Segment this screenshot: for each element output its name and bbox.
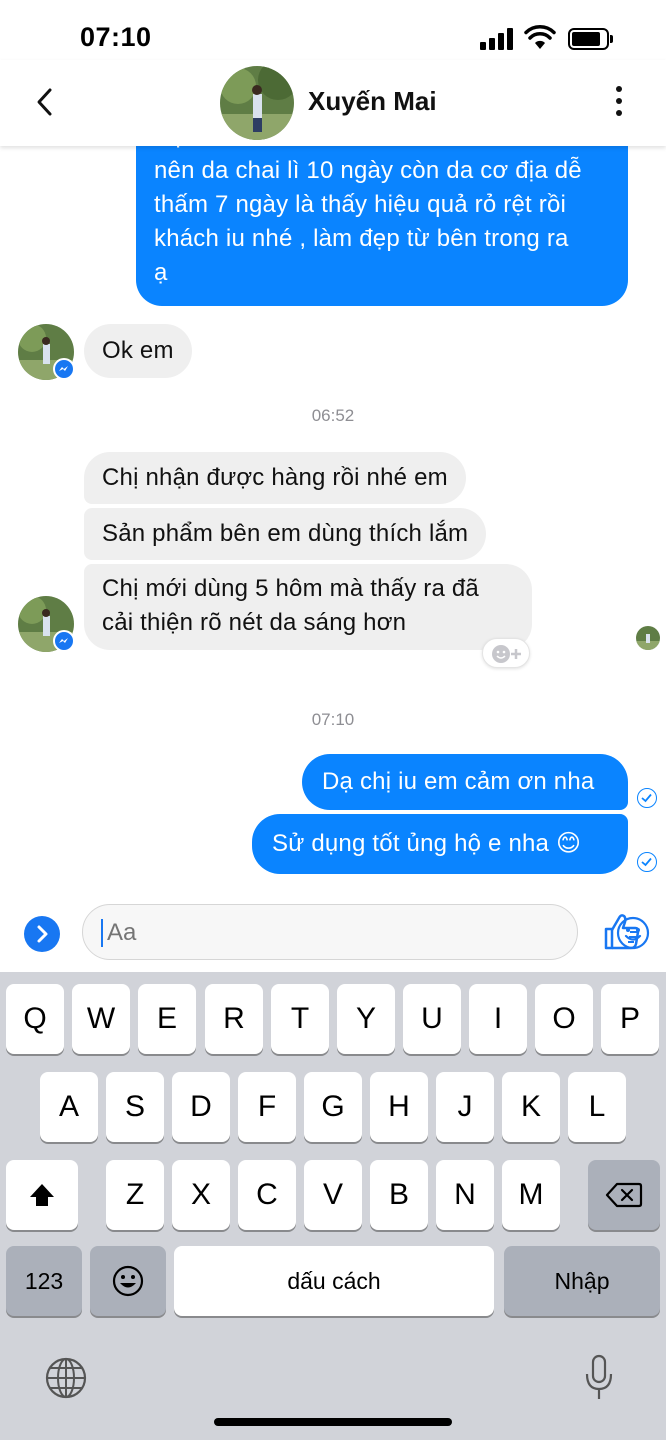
- key-u[interactable]: U: [403, 984, 461, 1054]
- message-line: nên da chai lì 10 ngày còn da cơ địa dễ: [154, 157, 582, 184]
- key-l[interactable]: L: [568, 1072, 626, 1142]
- key-q[interactable]: Q: [6, 984, 64, 1054]
- key-a[interactable]: A: [40, 1072, 98, 1142]
- messenger-badge-icon: [53, 358, 75, 380]
- incoming-message[interactable]: Chị mới dùng 5 hôm mà thấy ra đã cải thi…: [84, 564, 532, 650]
- contact-name[interactable]: Xuyến Mai: [308, 86, 437, 117]
- status-time: 07:10: [80, 22, 152, 52]
- key-h[interactable]: H: [370, 1072, 428, 1142]
- return-key[interactable]: Nhập: [504, 1246, 660, 1316]
- key-r[interactable]: R: [205, 984, 263, 1054]
- expand-arrow-icon[interactable]: [24, 916, 60, 952]
- backspace-key[interactable]: [588, 1160, 660, 1230]
- key-e[interactable]: E: [138, 984, 196, 1054]
- key-s[interactable]: S: [106, 1072, 164, 1142]
- key-k[interactable]: K: [502, 1072, 560, 1142]
- thumbs-up-icon[interactable]: [600, 910, 644, 954]
- message-line: khách iu nhé , làm đẹp từ bên trong ra: [154, 225, 569, 252]
- outgoing-message[interactable]: Dạ chị iu em cảm ơn nha: [302, 754, 628, 810]
- battery-icon: [568, 28, 614, 50]
- text-caret: [101, 919, 103, 947]
- key-b[interactable]: B: [370, 1160, 428, 1230]
- home-indicator[interactable]: [214, 1418, 452, 1426]
- shift-key[interactable]: [6, 1160, 78, 1230]
- key-m[interactable]: M: [502, 1160, 560, 1230]
- key-x[interactable]: X: [172, 1160, 230, 1230]
- cellular-signal-icon: [480, 28, 516, 50]
- message-thread[interactable]: Dạ kem bên em thấm vào da rất nhanh nên …: [0, 146, 666, 886]
- message-line: Chị mới dùng 5 hôm mà thấy ra đã: [102, 575, 479, 602]
- key-y[interactable]: Y: [337, 984, 395, 1054]
- key-g[interactable]: G: [304, 1072, 362, 1142]
- message-text: Ok em: [102, 337, 174, 364]
- emoji-keyboard-icon: [112, 1265, 144, 1297]
- message-text: Dạ chị iu em cảm ơn nha: [322, 768, 595, 795]
- seen-by-avatar: [636, 626, 660, 650]
- incoming-message[interactable]: Sản phẩm bên em dùng thích lắm: [84, 508, 487, 560]
- timestamp: 07:10: [311, 710, 355, 729]
- message-line: cải thiện rõ nét da sáng hơn: [102, 609, 407, 636]
- key-f[interactable]: F: [238, 1072, 296, 1142]
- message-line: Dạ kem bên em thấm vào da rất nhanh: [154, 146, 610, 154]
- message-input[interactable]: [107, 919, 507, 947]
- more-vertical-icon[interactable]: [608, 86, 630, 118]
- microphone-icon[interactable]: [584, 1354, 614, 1402]
- messenger-badge-icon: [53, 630, 75, 652]
- key-d[interactable]: D: [172, 1072, 230, 1142]
- incoming-message[interactable]: Chị nhận được hàng rồi nhé em: [84, 452, 466, 504]
- key-z[interactable]: Z: [106, 1160, 164, 1230]
- key-i[interactable]: I: [469, 984, 527, 1054]
- conversation-header: Xuyến Mai: [0, 60, 666, 146]
- globe-icon[interactable]: [44, 1356, 88, 1400]
- key-o[interactable]: O: [535, 984, 593, 1054]
- outgoing-message[interactable]: Dạ kem bên em thấm vào da rất nhanh nên …: [136, 146, 628, 306]
- read-check-icon: [637, 788, 657, 808]
- numbers-key[interactable]: 123: [6, 1246, 82, 1316]
- shift-icon: [30, 1184, 54, 1206]
- key-c[interactable]: C: [238, 1160, 296, 1230]
- message-text: Chị nhận được hàng rồi nhé em: [102, 464, 448, 491]
- read-check-icon: [637, 852, 657, 872]
- message-line: thấm 7 ngày là thấy hiệu quả rỏ rệt rồi: [154, 191, 567, 218]
- key-t[interactable]: T: [271, 984, 329, 1054]
- contact-avatar[interactable]: [220, 66, 294, 140]
- message-text: Sử dụng tốt ủng hộ e nha 😊: [272, 830, 582, 857]
- space-key[interactable]: dấu cách: [174, 1246, 494, 1316]
- emoji-keyboard-key[interactable]: [90, 1246, 166, 1316]
- backspace-icon: [605, 1182, 643, 1208]
- message-text: Sản phẩm bên em dùng thích lắm: [102, 520, 469, 547]
- key-w[interactable]: W: [72, 984, 130, 1054]
- outgoing-message[interactable]: Sử dụng tốt ủng hộ e nha 😊: [252, 814, 628, 874]
- wifi-icon: [524, 25, 556, 49]
- add-reaction-icon[interactable]: [482, 638, 530, 668]
- key-j[interactable]: J: [436, 1072, 494, 1142]
- incoming-message[interactable]: Ok em: [84, 324, 192, 378]
- timestamp: 06:52: [311, 406, 355, 425]
- on-screen-keyboard: Q W E R T Y U I O P A S D F G H J K L Z …: [0, 972, 666, 1440]
- back-chevron-icon[interactable]: [28, 84, 64, 120]
- key-v[interactable]: V: [304, 1160, 362, 1230]
- message-line: ạ: [154, 259, 168, 286]
- key-n[interactable]: N: [436, 1160, 494, 1230]
- message-composer: [0, 886, 666, 972]
- key-p[interactable]: P: [601, 984, 659, 1054]
- message-input-box[interactable]: [82, 904, 650, 960]
